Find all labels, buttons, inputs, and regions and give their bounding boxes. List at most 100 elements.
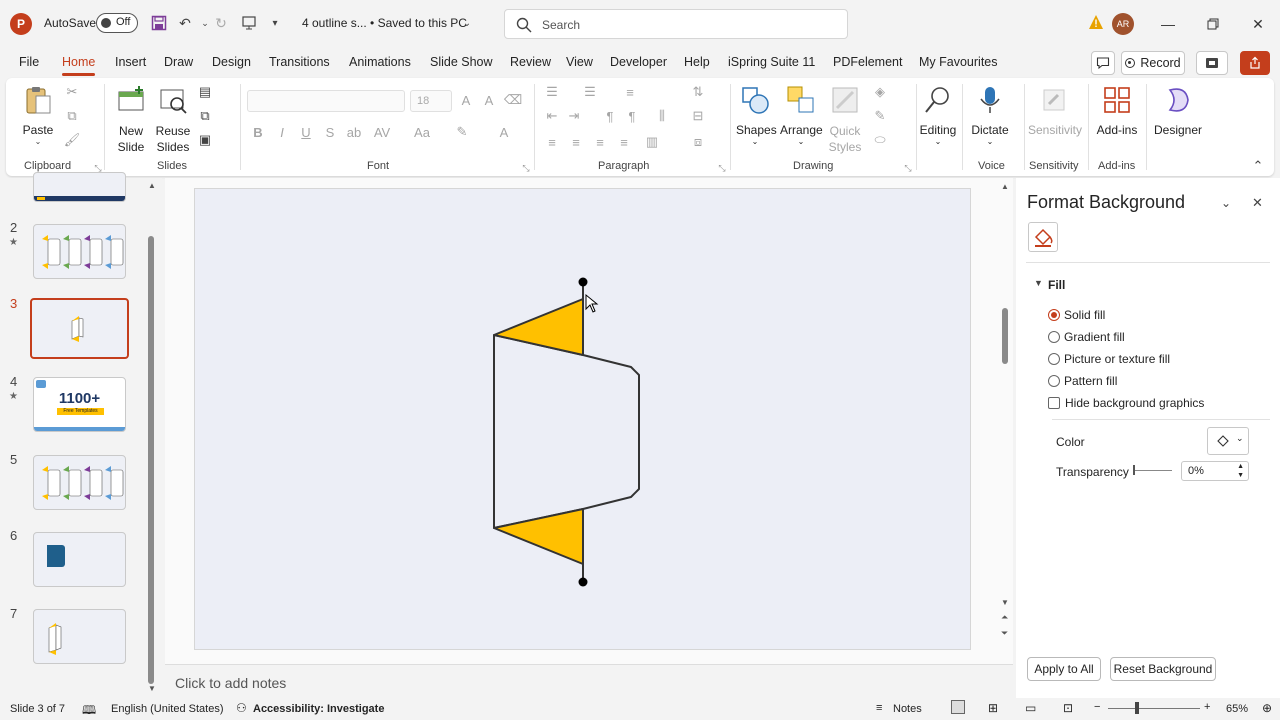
ltr-icon[interactable]: ¶: [624, 108, 640, 124]
tab-help[interactable]: Help: [684, 55, 710, 69]
section-icon[interactable]: ▣: [197, 132, 213, 148]
new-slide-button[interactable]: New Slide: [112, 84, 150, 155]
highlight-icon[interactable]: ✎: [454, 124, 470, 140]
layout-icon[interactable]: ▤: [197, 84, 213, 100]
smartart-icon[interactable]: ⧈: [690, 134, 706, 150]
font-color-icon[interactable]: A: [496, 124, 512, 140]
align-left-icon[interactable]: ≡: [544, 134, 560, 150]
tab-developer[interactable]: Developer: [610, 55, 667, 69]
picture-fill-radio[interactable]: [1048, 353, 1060, 365]
font-launcher-icon[interactable]: ⤡: [518, 160, 534, 176]
paste-button[interactable]: Paste ⌄: [20, 84, 56, 146]
gradient-fill-radio[interactable]: [1048, 331, 1060, 343]
align-text-icon[interactable]: ⊟: [690, 108, 706, 124]
strikethrough-icon[interactable]: S: [322, 124, 338, 140]
fit-slide-icon[interactable]: ⊕: [1262, 701, 1272, 715]
shape-fill-icon[interactable]: ◈: [872, 84, 888, 100]
slide-canvas[interactable]: [194, 188, 971, 650]
slide-scrollbar[interactable]: [1002, 308, 1008, 364]
notes-pane[interactable]: Click to add notes: [165, 664, 1013, 698]
pane-options-chevron-icon[interactable]: ⌄: [1221, 196, 1231, 210]
bullets-icon[interactable]: ☰: [544, 84, 560, 100]
avatar[interactable]: AR: [1112, 13, 1134, 35]
tab-pdfelement[interactable]: PDFelement: [833, 55, 902, 69]
sensitivity-button[interactable]: Sensitivity: [1028, 84, 1082, 137]
bold-icon[interactable]: B: [250, 124, 266, 140]
paragraph-launcher-icon[interactable]: ⤡: [714, 160, 730, 176]
color-picker-button[interactable]: ⌄: [1207, 427, 1249, 455]
fill-collapse-icon[interactable]: ▼: [1034, 278, 1043, 288]
spell-check-icon[interactable]: 🕮: [82, 701, 96, 720]
transparency-slider-thumb[interactable]: [1133, 465, 1135, 475]
tab-ispring[interactable]: iSpring Suite 11: [728, 55, 815, 69]
redo-icon[interactable]: ↻: [210, 12, 232, 34]
transparency-slider-track[interactable]: [1134, 470, 1172, 471]
columns-icon[interactable]: ⫼: [654, 108, 670, 124]
tab-draw[interactable]: Draw: [164, 55, 193, 69]
reset-background-button[interactable]: Reset Background: [1110, 657, 1216, 681]
fill-section-label[interactable]: Fill: [1048, 278, 1065, 292]
title-chevron-down-icon[interactable]: ⌄: [456, 12, 478, 34]
minimize-icon[interactable]: —: [1158, 14, 1178, 34]
align-center-icon[interactable]: ≡: [568, 134, 584, 150]
customize-toolbar-icon[interactable]: ▾: [264, 12, 286, 34]
record-button[interactable]: Record: [1121, 51, 1185, 75]
document-title[interactable]: 4 outline s... • Saved to this PC: [302, 16, 467, 30]
autosave-toggle[interactable]: Off: [96, 13, 138, 33]
thumbnail-slide-2[interactable]: [33, 224, 126, 279]
increase-font-icon[interactable]: A: [458, 92, 474, 108]
tab-animations[interactable]: Animations: [349, 55, 411, 69]
thumbnail-slide-5[interactable]: [33, 455, 126, 510]
reuse-slides-button[interactable]: Reuse Slides: [155, 84, 191, 155]
hide-background-option[interactable]: Hide background graphics: [1048, 396, 1204, 410]
restore-icon[interactable]: [1203, 14, 1223, 34]
next-slide-icon[interactable]: ⏷: [1001, 628, 1008, 639]
tab-design[interactable]: Design: [212, 55, 251, 69]
numbering-icon[interactable]: ☰: [582, 84, 598, 100]
search-box[interactable]: Search: [504, 9, 848, 39]
scroll-up-icon[interactable]: ▲: [148, 181, 156, 190]
char-spacing-icon[interactable]: AV: [374, 124, 390, 140]
accessibility-status[interactable]: Accessibility: Investigate: [253, 703, 384, 715]
clear-format-icon[interactable]: ⌫: [504, 92, 522, 108]
zoom-out-icon[interactable]: −: [1094, 701, 1100, 713]
save-icon[interactable]: [148, 12, 170, 34]
shadow-icon[interactable]: ab: [346, 124, 362, 140]
zoom-slider-thumb[interactable]: [1135, 702, 1139, 714]
picture-fill-option[interactable]: Picture or texture fill: [1048, 352, 1170, 366]
slide-sorter-icon[interactable]: ⊞: [988, 701, 998, 715]
spin-arrows-icon[interactable]: ▲ ▼: [1237, 462, 1244, 480]
pattern-fill-radio[interactable]: [1048, 375, 1060, 387]
tab-review[interactable]: Review: [510, 55, 551, 69]
tab-insert[interactable]: Insert: [115, 55, 146, 69]
format-painter-icon[interactable]: 🖌: [64, 132, 81, 148]
dictate-button[interactable]: Dictate ⌄: [968, 84, 1012, 146]
transparency-input[interactable]: 0% ▲ ▼: [1181, 461, 1249, 481]
decrease-font-icon[interactable]: A: [481, 92, 497, 108]
reset-icon[interactable]: ⧉: [197, 108, 213, 124]
cut-icon[interactable]: ✂: [64, 84, 80, 100]
zoom-slider-track[interactable]: [1108, 708, 1200, 709]
quick-styles-button[interactable]: Quick Styles: [826, 84, 864, 155]
zoom-level[interactable]: 65%: [1226, 703, 1248, 715]
font-name-box[interactable]: [247, 90, 405, 112]
underline-icon[interactable]: U: [298, 124, 314, 140]
zoom-in-icon[interactable]: +: [1204, 701, 1210, 713]
undo-icon[interactable]: ↶: [174, 12, 196, 34]
hide-background-checkbox[interactable]: [1048, 397, 1060, 409]
justify-icon[interactable]: ≡: [616, 134, 632, 150]
thumbnail-slide-4[interactable]: 1100+ Free Templates: [33, 377, 126, 432]
increase-indent-icon[interactable]: ⇥: [566, 108, 582, 124]
present-button[interactable]: [1196, 51, 1228, 75]
normal-view-icon[interactable]: [951, 700, 965, 714]
tab-slide-show[interactable]: Slide Show: [430, 55, 493, 69]
thumbnail-scrollbar[interactable]: [148, 236, 154, 684]
editing-button[interactable]: Editing ⌄: [918, 84, 958, 146]
distributed-icon[interactable]: ▥: [644, 134, 660, 150]
thumbnail-slide-1[interactable]: [33, 172, 126, 202]
notes-toggle[interactable]: Notes: [893, 703, 922, 715]
tab-transitions[interactable]: Transitions: [269, 55, 330, 69]
thumbnail-slide-6[interactable]: [33, 532, 126, 587]
font-size-box[interactable]: 18: [410, 90, 452, 112]
solid-fill-option[interactable]: Solid fill: [1048, 308, 1105, 322]
